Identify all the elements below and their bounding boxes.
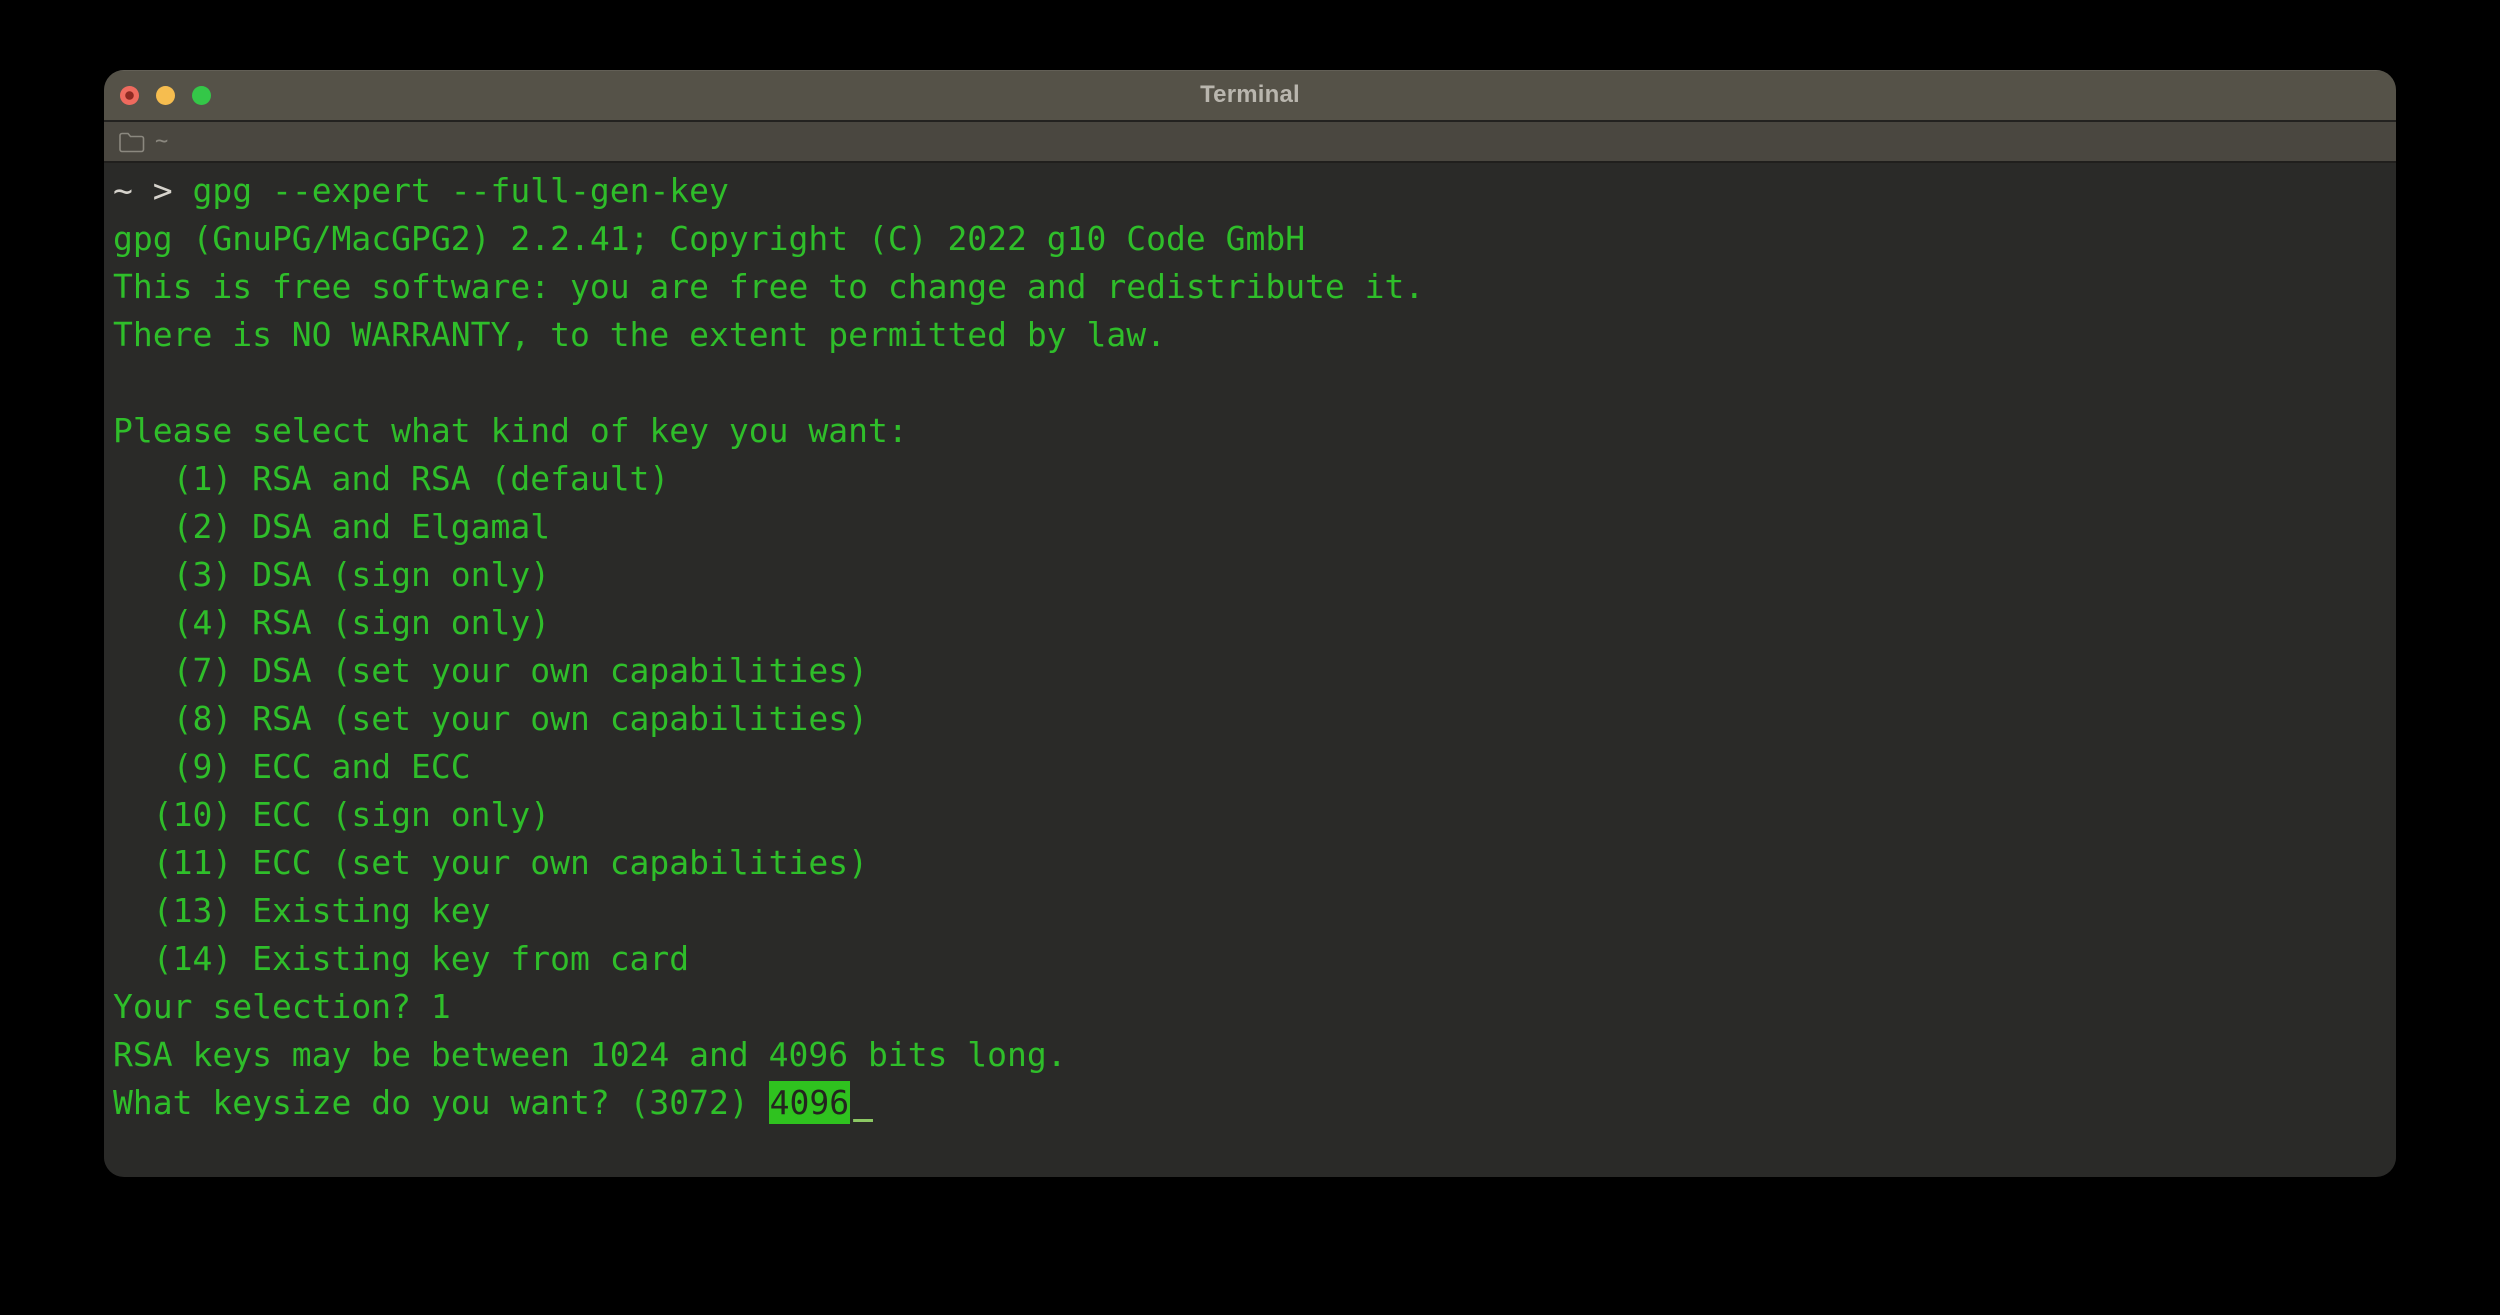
output-line: (3) DSA (sign only)	[113, 551, 2396, 599]
output-line: (4) RSA (sign only)	[113, 599, 2396, 647]
prompt-line: ~ > gpg --expert --full-gen-key	[113, 167, 2396, 215]
output-line: Please select what kind of key you want:	[113, 407, 2396, 455]
tab-path-label: ~	[155, 129, 168, 154]
output-line: (1) RSA and RSA (default)	[113, 455, 2396, 503]
output-line: Your selection? 1	[113, 983, 2396, 1031]
text-cursor: _	[853, 1083, 873, 1122]
folder-icon	[118, 130, 146, 154]
output-line: (14) Existing key from card	[113, 935, 2396, 983]
desktop-background: Terminal ~ ~ > gpg --expert --full-gen-k…	[0, 0, 2500, 1315]
output-line: There is NO WARRANTY, to the extent perm…	[113, 311, 2396, 359]
output-line: gpg (GnuPG/MacGPG2) 2.2.41; Copyright (C…	[113, 215, 2396, 263]
tab-bar[interactable]: ~	[104, 122, 2396, 163]
output-line: (8) RSA (set your own capabilities)	[113, 695, 2396, 743]
minimize-button[interactable]	[156, 86, 175, 105]
close-button[interactable]	[120, 86, 139, 105]
output-line: (11) ECC (set your own capabilities)	[113, 839, 2396, 887]
terminal-window: Terminal ~ ~ > gpg --expert --full-gen-k…	[104, 70, 2396, 1177]
command-text: gpg --expert --full-gen-key	[192, 171, 728, 210]
output-line: (13) Existing key	[113, 887, 2396, 935]
output-line: (7) DSA (set your own capabilities)	[113, 647, 2396, 695]
output-line	[113, 359, 2396, 407]
output-lines: gpg (GnuPG/MacGPG2) 2.2.41; Copyright (C…	[113, 215, 2396, 1079]
output-line: (9) ECC and ECC	[113, 743, 2396, 791]
traffic-lights	[120, 70, 211, 120]
output-line: (10) ECC (sign only)	[113, 791, 2396, 839]
output-line: RSA keys may be between 1024 and 4096 bi…	[113, 1031, 2396, 1079]
fullscreen-button[interactable]	[192, 86, 211, 105]
keysize-question: What keysize do you want? (3072)	[113, 1083, 769, 1122]
window-title: Terminal	[104, 81, 2396, 109]
terminal-content[interactable]: ~ > gpg --expert --full-gen-key gpg (Gnu…	[104, 163, 2396, 1175]
output-line: (2) DSA and Elgamal	[113, 503, 2396, 551]
keysize-input[interactable]: 4096	[769, 1081, 850, 1124]
titlebar[interactable]: Terminal	[104, 70, 2396, 122]
output-line: This is free software: you are free to c…	[113, 263, 2396, 311]
shell-prompt: ~ >	[113, 171, 192, 210]
keysize-line: What keysize do you want? (3072) 4096_	[113, 1079, 2396, 1127]
